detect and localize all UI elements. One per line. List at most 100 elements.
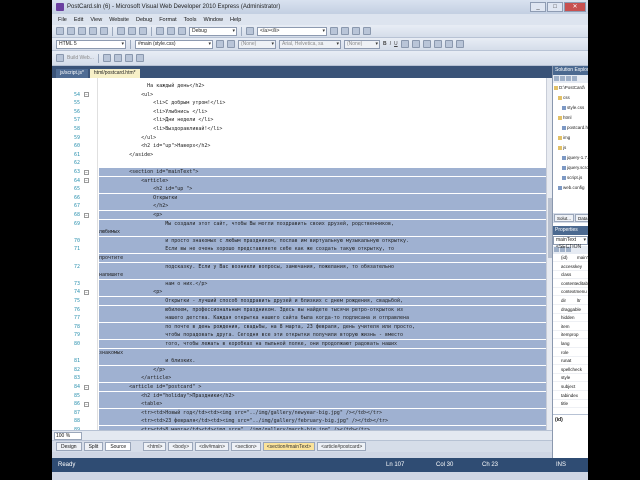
code-line[interactable]: <li>С добрым утром!</li> (99, 99, 225, 107)
properties-object-combo[interactable]: mainText <SECTION (553, 236, 588, 250)
property-row[interactable]: itemprop (553, 331, 588, 340)
cut-icon[interactable] (117, 27, 125, 35)
uncomment-icon[interactable] (113, 54, 122, 62)
breadcrumb-body[interactable]: <body> (168, 442, 194, 451)
target-schema-combo[interactable]: HTML 5 (56, 39, 126, 49)
property-row[interactable]: contextmenu (553, 288, 588, 297)
tree-item[interactable]: web.config (558, 185, 585, 191)
property-row[interactable]: spellcheck (553, 366, 588, 374)
find-in-files-icon[interactable] (330, 27, 338, 35)
zoom-combo[interactable]: 100 % (54, 431, 82, 440)
property-value[interactable]: ltr (577, 297, 581, 304)
underline-button[interactable]: U (394, 41, 398, 47)
code-area[interactable]: На каждый день</h2> <ul> <li>С добрым ут… (99, 78, 546, 430)
code-line[interactable]: подсказку. Если у Вас возникли вопросы, … (99, 262, 546, 271)
code-line[interactable]: <li>Выздоравливай!</li> (99, 125, 222, 133)
property-row[interactable]: item (553, 323, 588, 331)
fore-color-icon[interactable] (400, 40, 409, 48)
property-row[interactable]: tabindex (553, 392, 588, 400)
undo-icon[interactable] (156, 27, 164, 35)
collapse-icon[interactable]: − (84, 289, 89, 295)
tree-item[interactable]: css (558, 95, 570, 101)
property-row[interactable]: dir ltr (553, 297, 588, 305)
code-line[interactable]: <li>Дни недели </li> (99, 116, 213, 124)
code-line[interactable]: Если вы не очень хорошо представляете се… (99, 245, 546, 254)
find-combo[interactable]: </a></li> (257, 26, 327, 36)
collapse-icon[interactable]: − (84, 384, 89, 390)
code-line[interactable]: <section id="mainText"> (99, 168, 546, 176)
code-line[interactable]: Открытки - лучший способ поздравить друз… (99, 297, 546, 305)
menu-file[interactable]: File (58, 17, 67, 23)
nest-files-icon[interactable] (566, 76, 571, 81)
code-line[interactable]: и просто знакомых с любым праздником, по… (99, 236, 546, 245)
tab-script-js[interactable]: js/script.js* (56, 69, 88, 78)
style-icon[interactable] (216, 40, 224, 48)
collapse-icon[interactable]: − (84, 178, 89, 184)
toolbox-icon[interactable] (363, 27, 371, 35)
property-row[interactable]: title (553, 400, 588, 409)
tab-database-explorer[interactable]: Data... (575, 214, 588, 222)
source-view-button[interactable]: Source (105, 442, 132, 451)
code-line[interactable]: <h2 id="up">Наверх</h2> (99, 142, 210, 150)
tree-item[interactable]: postcard.htm (562, 125, 588, 131)
collapse-icon[interactable]: − (84, 169, 89, 175)
style-app-icon[interactable] (227, 40, 235, 48)
bullets-icon[interactable] (433, 40, 442, 48)
property-row[interactable]: class (553, 271, 588, 280)
code-line[interactable]: </ul> (99, 134, 156, 142)
redo-icon[interactable] (167, 27, 175, 35)
code-line[interactable]: <li>Улыбнись </li> (99, 108, 207, 116)
collapse-icon[interactable]: − (84, 401, 89, 407)
tree-item[interactable]: jquery.scrollT (562, 165, 588, 171)
tree-item[interactable]: D:\PostCard\ (554, 85, 585, 91)
code-line[interactable]: нашего детства. Каждая открытка нашего с… (99, 314, 546, 323)
menu-view[interactable]: View (90, 17, 102, 23)
code-line[interactable]: нам о них.</p> (99, 279, 546, 288)
save-all-icon[interactable] (100, 27, 108, 35)
code-line[interactable]: того, чтобы лежать в коробках на пыльной… (99, 340, 546, 348)
code-line[interactable]: любимых (99, 228, 546, 237)
split-view-button[interactable]: Split (83, 442, 104, 451)
tab-solution-explorer[interactable]: Solut... (554, 214, 575, 222)
save-icon[interactable] (89, 27, 97, 35)
copy-icon[interactable] (128, 27, 136, 35)
menu-edit[interactable]: Edit (74, 17, 83, 23)
code-line[interactable]: знакомых (99, 348, 546, 357)
property-row[interactable]: (id) mainText (553, 254, 588, 262)
breadcrumb-div-main[interactable]: <div#main> (195, 442, 229, 451)
property-row[interactable]: runat (553, 357, 588, 366)
property-row[interactable]: hidden (553, 314, 588, 323)
code-line[interactable]: <p> (99, 288, 546, 297)
collapse-icon[interactable]: − (84, 92, 89, 98)
tree-item[interactable]: script.js (562, 175, 582, 181)
code-line[interactable]: напишите (99, 271, 546, 280)
outdent-icon[interactable] (135, 54, 144, 62)
code-line[interactable]: чтобы порадовать друга. Сегодня все эти … (99, 331, 546, 340)
bold-button[interactable]: B (383, 41, 387, 47)
code-line[interactable]: по почте в день рождения, свадьбы, на 8 … (99, 322, 546, 331)
code-line[interactable]: <p> (99, 211, 546, 219)
start-debug-icon[interactable] (178, 27, 186, 35)
menu-debug[interactable]: Debug (136, 17, 152, 23)
code-line[interactable]: На каждый день</h2> (99, 82, 204, 90)
font-size-combo[interactable]: (None) (344, 39, 380, 49)
code-line[interactable]: и близких. (99, 357, 546, 366)
code-line[interactable]: <article id="postcard" > (99, 383, 546, 391)
block-format-combo[interactable]: (None) (238, 39, 276, 49)
view-code-icon[interactable] (572, 76, 577, 81)
target-rule-combo[interactable]: #main (style.css) (135, 39, 213, 49)
back-color-icon[interactable] (411, 40, 420, 48)
font-name-combo[interactable]: Arial, Helvetica, sa (279, 39, 341, 49)
refresh-icon[interactable] (560, 76, 565, 81)
tree-item[interactable]: html (558, 115, 572, 121)
code-line[interactable]: </article> (99, 374, 546, 383)
italic-button[interactable]: I (390, 41, 391, 47)
properties-icon[interactable] (352, 27, 360, 35)
menu-help[interactable]: Help (230, 17, 241, 23)
build-web-button[interactable]: Build Web... (67, 55, 94, 61)
comment-icon[interactable] (102, 54, 111, 62)
property-row[interactable]: draggable (553, 306, 588, 314)
code-line[interactable]: </h2> (99, 202, 546, 211)
menu-tools[interactable]: Tools (184, 17, 197, 23)
breadcrumb-html[interactable]: <html> (143, 442, 167, 451)
